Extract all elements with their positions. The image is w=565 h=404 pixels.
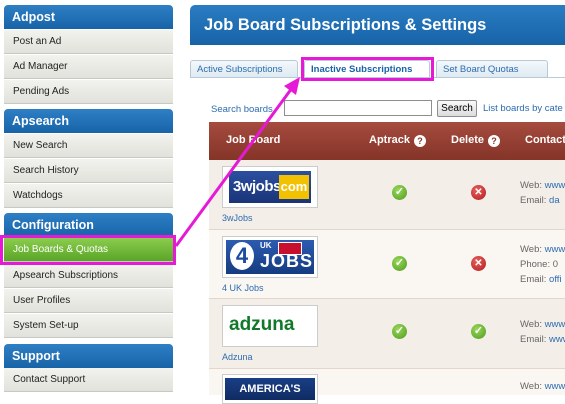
annotation-arrow (174, 77, 300, 247)
